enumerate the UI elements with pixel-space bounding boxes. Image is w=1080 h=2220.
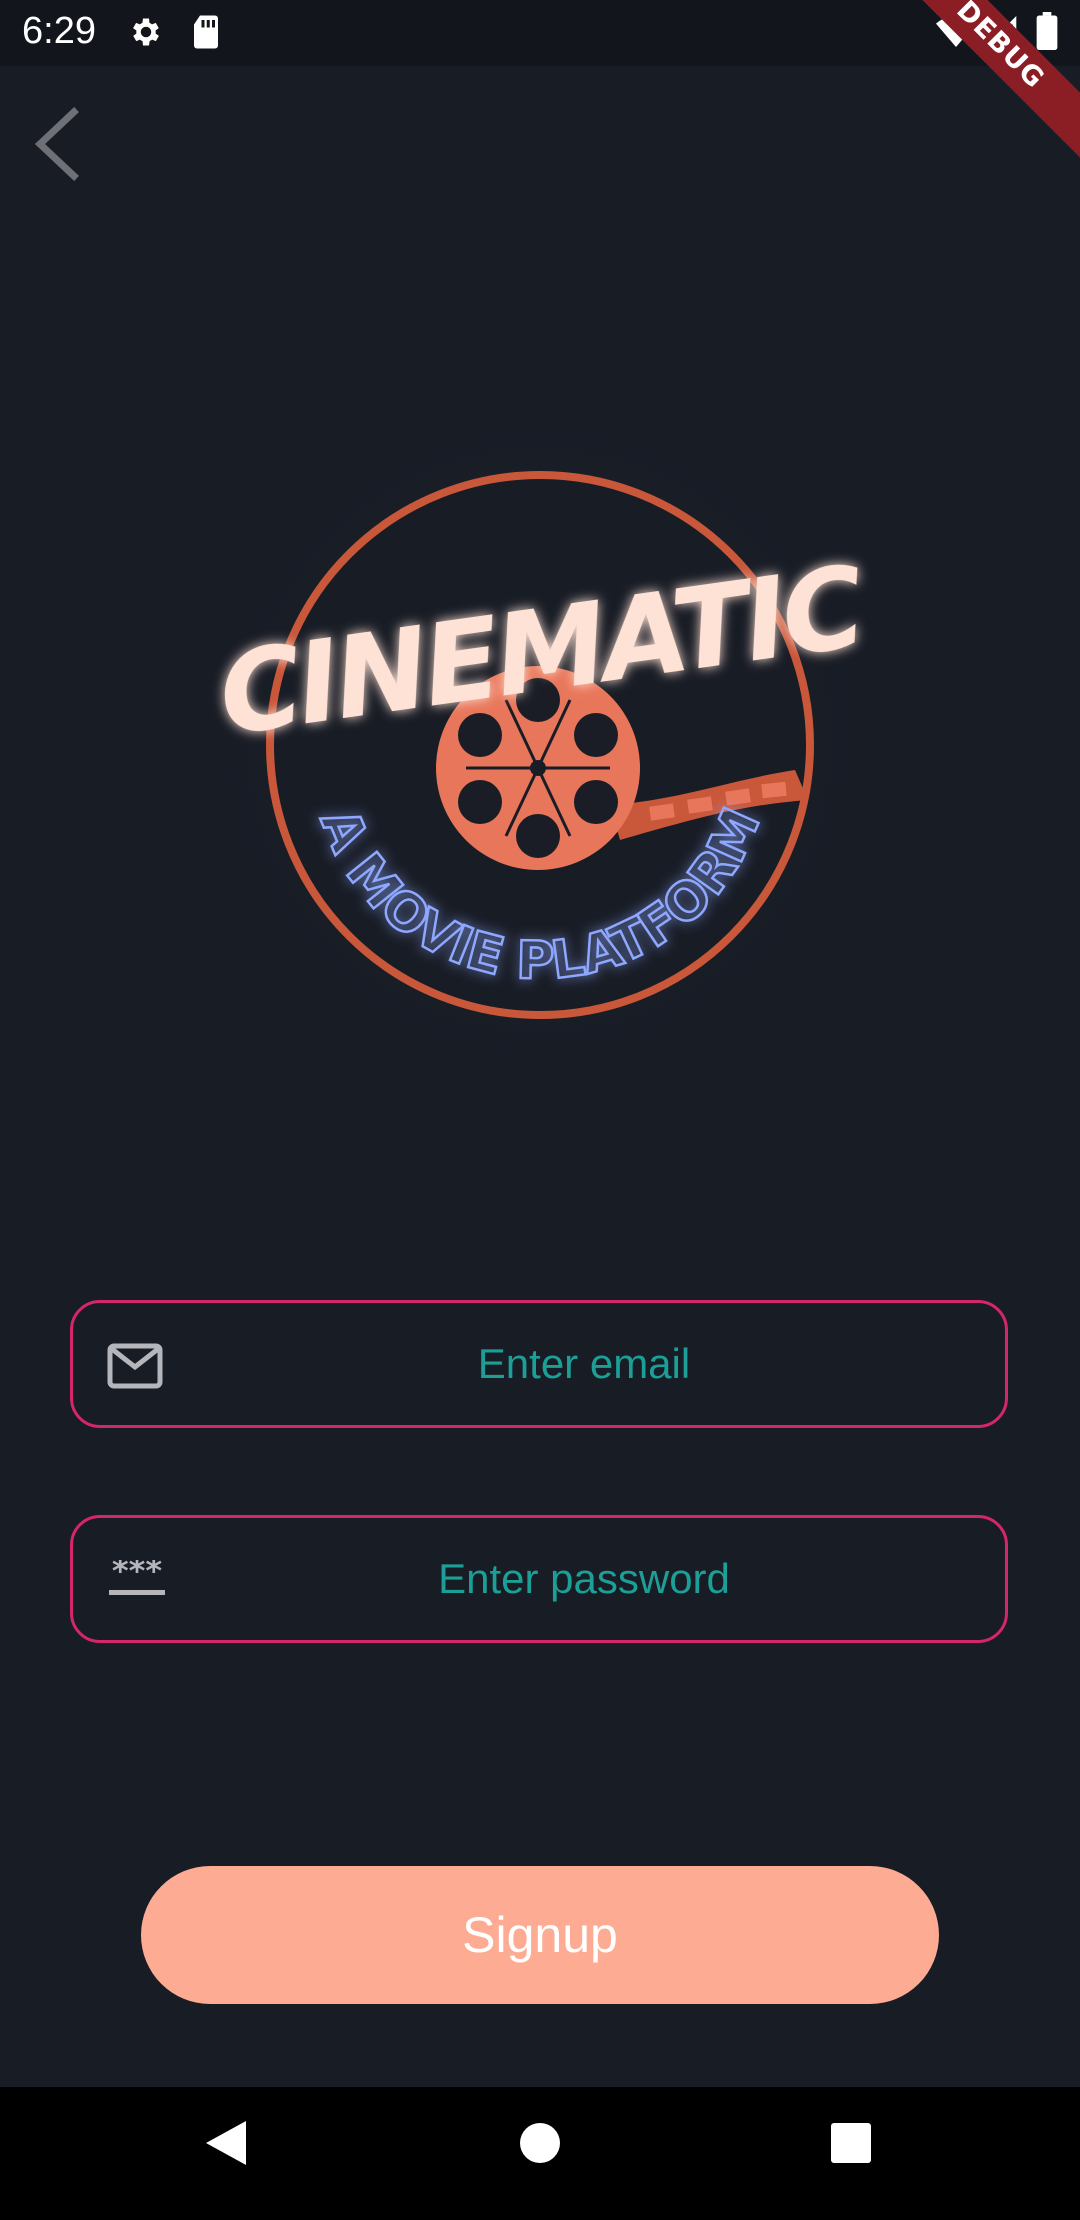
signup-button[interactable]: Signup	[141, 1866, 939, 2004]
mail-icon	[107, 1343, 163, 1394]
password-placeholder: Enter password	[438, 1555, 730, 1602]
settings-icon	[128, 14, 164, 55]
password-field[interactable]: *** Enter password	[70, 1515, 1008, 1643]
cinematic-logo: CINEMATIC A MOVIE PLATFORM	[140, 400, 940, 1100]
battery-icon	[1036, 12, 1058, 55]
password-icon: ***	[107, 1552, 167, 1605]
email-placeholder: Enter email	[477, 1340, 691, 1387]
signup-screen: 6:29 DEBUG CINEMATIC A MOVIE PLATFORM En…	[0, 0, 1080, 2220]
home-circle-icon[interactable]	[518, 2117, 562, 2174]
recents-square-icon[interactable]	[830, 2117, 872, 2174]
svg-text:***: ***	[112, 1560, 162, 1590]
back-button[interactable]	[30, 104, 90, 184]
back-triangle-icon[interactable]	[202, 2117, 250, 2174]
status-time: 6:29	[22, 10, 96, 52]
sd-card-icon	[190, 14, 222, 55]
status-bar: 6:29 DEBUG	[0, 0, 1080, 168]
chevron-left-icon	[34, 107, 79, 181]
system-nav-bar	[0, 2087, 1080, 2220]
email-field[interactable]: Enter email	[70, 1300, 1008, 1428]
